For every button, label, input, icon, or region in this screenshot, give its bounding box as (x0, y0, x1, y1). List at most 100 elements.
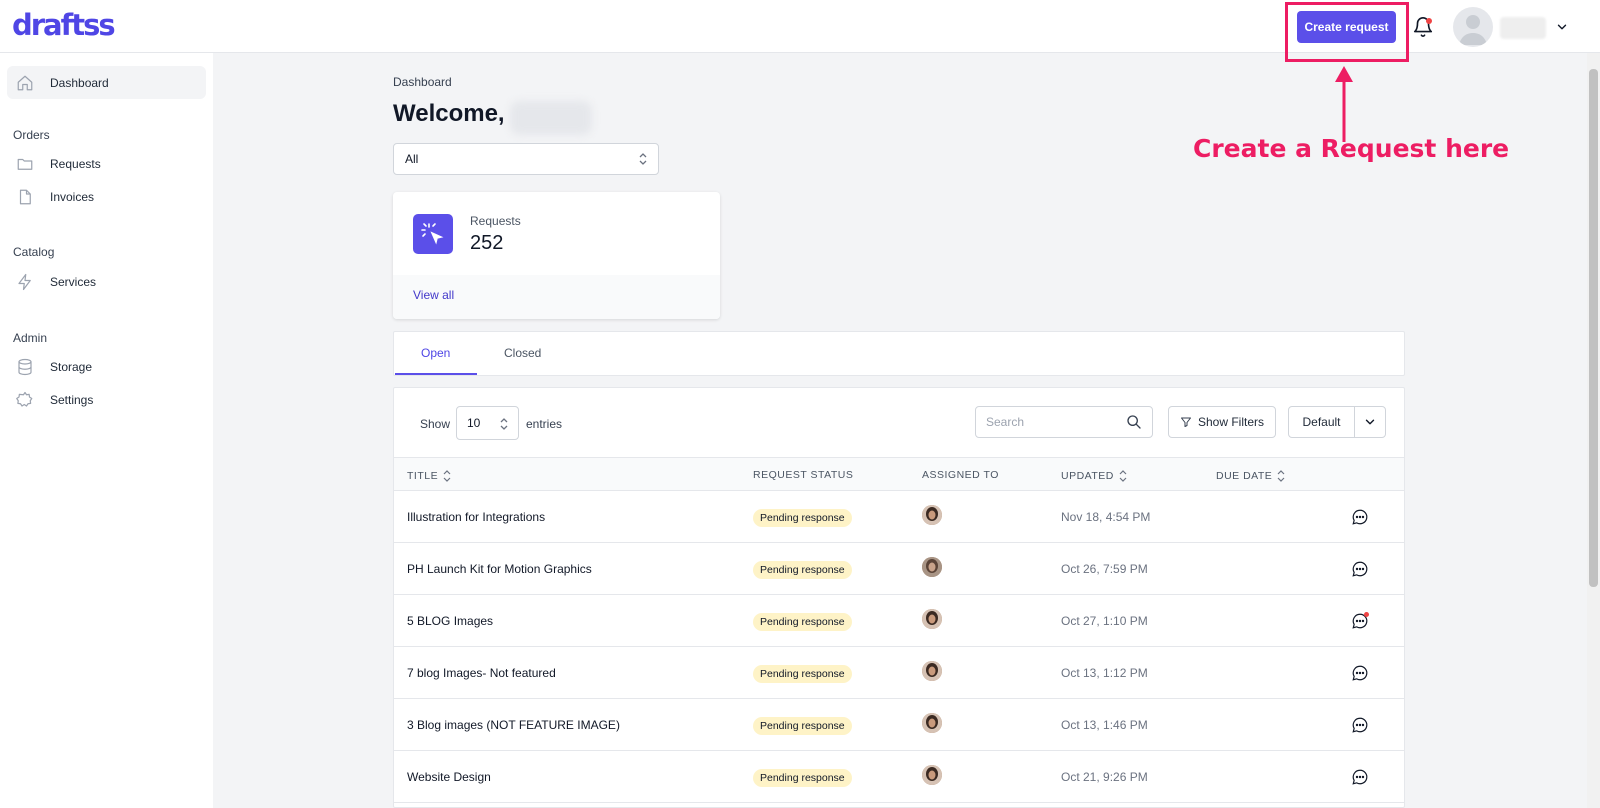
assignee-avatar (922, 765, 942, 785)
assignee-avatar (922, 713, 942, 733)
breadcrumb[interactable]: Dashboard (393, 75, 452, 89)
entries-select[interactable]: 10 (456, 406, 519, 440)
sidebar-item-dashboard[interactable]: Dashboard (7, 66, 206, 99)
sort-dropdown[interactable]: Default (1288, 406, 1386, 438)
sidebar-item-label: Invoices (50, 189, 95, 204)
chevron-down-icon[interactable] (1555, 20, 1569, 34)
sidebar-item-invoices[interactable]: Invoices (7, 180, 206, 213)
column-header-label: DUE DATE (1216, 470, 1273, 482)
status-badge: Pending response (753, 665, 852, 683)
annotation-arrow-icon (1335, 66, 1353, 142)
request-title[interactable]: 5 BLOG Images (407, 614, 493, 628)
stat-label: Requests (470, 214, 521, 228)
column-header-status: REQUEST STATUS (753, 469, 853, 481)
sidebar-item-label: Storage (50, 359, 93, 374)
lightning-icon (18, 273, 31, 290)
table-header: TITLE REQUEST STATUS ASSIGNED TO UPDATED… (394, 457, 1404, 491)
gear-icon (16, 391, 33, 407)
updated-date: Oct 13, 1:46 PM (1061, 718, 1148, 732)
chat-bubble-icon[interactable] (1351, 508, 1369, 526)
request-tabs: Open Closed (393, 331, 1405, 376)
requests-table: Show 10 entries Show Filters Default TIT… (393, 387, 1405, 808)
status-badge: Pending response (753, 613, 852, 631)
select-value: All (405, 152, 419, 166)
sort-icon (1119, 470, 1127, 482)
updown-arrows-icon (639, 153, 647, 165)
updated-date: Oct 27, 1:10 PM (1061, 614, 1148, 628)
user-name-redacted (1500, 17, 1546, 39)
search-icon[interactable] (1126, 414, 1142, 430)
chat-bubble-icon[interactable] (1351, 664, 1369, 682)
column-header-label: TITLE (407, 470, 439, 482)
status-badge: Pending response (753, 509, 852, 527)
column-header-label: UPDATED (1061, 470, 1114, 482)
home-icon (17, 75, 33, 90)
page-title: Welcome, (393, 100, 505, 127)
sidebar-item-label: Services (50, 274, 97, 289)
show-filters-button[interactable]: Show Filters (1168, 406, 1276, 438)
sidebar: Dashboard Orders Requests Invoices Catal… (0, 53, 213, 808)
view-all-link[interactable]: View all (413, 288, 454, 302)
request-filter-select[interactable]: All (393, 143, 659, 175)
show-filters-label: Show Filters (1197, 415, 1265, 429)
chat-bubble-icon[interactable] (1351, 768, 1369, 786)
cursor-click-icon (413, 214, 453, 254)
unread-dot (1364, 612, 1369, 617)
status-badge: Pending response (753, 561, 852, 579)
user-avatar[interactable] (1453, 7, 1493, 47)
sort-icon (1277, 470, 1285, 482)
sidebar-item-label: Dashboard (50, 75, 109, 90)
updated-date: Nov 18, 4:54 PM (1061, 510, 1151, 524)
filter-icon (1180, 417, 1191, 427)
request-title[interactable]: 7 blog Images- Not featured (407, 666, 556, 680)
section-orders: Orders (13, 128, 50, 142)
request-title[interactable]: Website Design (407, 770, 491, 784)
request-title[interactable]: Illustration for Integrations (407, 510, 545, 524)
stat-value: 252 (470, 232, 504, 254)
page-scrollbar[interactable] (1587, 53, 1600, 808)
column-header-title[interactable]: TITLE (407, 469, 452, 483)
chevron-down-icon[interactable] (1363, 415, 1377, 429)
section-admin: Admin (13, 331, 48, 345)
active-tab-indicator (395, 373, 477, 375)
updated-date: Oct 26, 7:59 PM (1061, 562, 1148, 576)
welcome-name-redacted (510, 101, 592, 135)
chat-bubble-icon[interactable] (1351, 560, 1369, 578)
request-title[interactable]: 3 Blog images (NOT FEATURE IMAGE) (407, 718, 620, 732)
tab-open[interactable]: Open (421, 346, 450, 360)
draftss-logo[interactable]: draftss (12, 8, 116, 42)
annotation-highlight-box (1285, 2, 1409, 62)
column-header-updated[interactable]: UPDATED (1061, 469, 1128, 483)
table-row[interactable]: 5 BLOG Images Pending response Oct 27, 1… (394, 595, 1404, 647)
table-row[interactable]: Illustration for Integrations Pending re… (394, 491, 1404, 543)
sidebar-item-storage[interactable]: Storage (7, 350, 206, 383)
sidebar-item-services[interactable]: Services (7, 265, 206, 298)
scrollbar-thumb[interactable] (1589, 69, 1598, 587)
notification-dot (1426, 18, 1432, 24)
table-row[interactable]: Website Design Pending response Oct 21, … (394, 751, 1404, 803)
assignee-avatar (922, 661, 942, 681)
tab-closed[interactable]: Closed (504, 346, 541, 360)
request-title[interactable]: PH Launch Kit for Motion Graphics (407, 562, 592, 576)
status-badge: Pending response (753, 717, 852, 735)
column-header-due-date[interactable]: DUE DATE (1216, 469, 1286, 483)
entries-label: entries (526, 417, 563, 431)
show-label: Show (420, 417, 451, 431)
database-icon (18, 358, 32, 375)
table-row[interactable]: 7 blog Images- Not featured Pending resp… (394, 647, 1404, 699)
table-row[interactable]: PH Launch Kit for Motion Graphics Pendin… (394, 543, 1404, 595)
section-catalog: Catalog (13, 245, 55, 259)
assignee-avatar (922, 609, 942, 629)
status-badge: Pending response (753, 769, 852, 787)
requests-stat-card: Requests 252 View all (393, 192, 720, 319)
sort-label: Default (1289, 407, 1355, 437)
sidebar-item-settings[interactable]: Settings (7, 383, 206, 416)
updated-date: Oct 13, 1:12 PM (1061, 666, 1148, 680)
sidebar-item-requests[interactable]: Requests (7, 147, 206, 180)
column-header-label: REQUEST STATUS (753, 469, 854, 481)
chat-bubble-icon[interactable] (1351, 716, 1369, 734)
document-icon (19, 189, 31, 204)
updown-arrows-icon (500, 418, 508, 430)
sidebar-item-label: Settings (50, 392, 94, 407)
table-row[interactable]: 3 Blog images (NOT FEATURE IMAGE) Pendin… (394, 699, 1404, 751)
